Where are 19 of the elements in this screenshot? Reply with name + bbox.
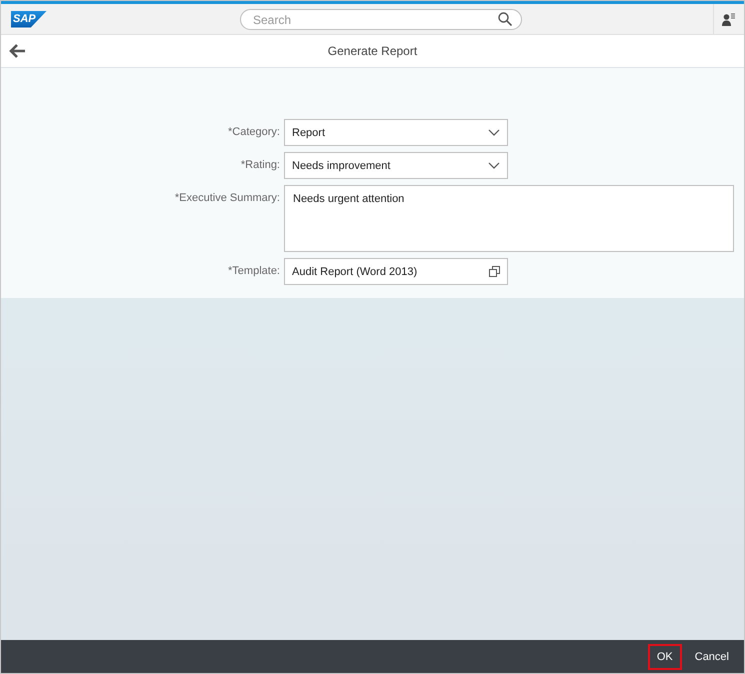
field-label: *Category:	[227, 125, 280, 138]
user-menu-icon[interactable]	[722, 12, 736, 26]
ok-button[interactable]: OK	[648, 644, 682, 670]
logo: SAP	[11, 10, 47, 28]
back-button[interactable]	[9, 43, 26, 59]
dropdown-field[interactable]: Needs improvement	[284, 152, 508, 179]
field-label: *Executive Summary:	[174, 191, 280, 204]
cancel-button[interactable]: Cancel	[686, 644, 738, 670]
search-icon[interactable]	[498, 12, 512, 26]
text-area[interactable]: Needs urgent attention	[284, 185, 734, 252]
field-label: *Template:	[227, 264, 280, 277]
field-label: *Rating:	[240, 158, 280, 171]
page-title: Generate Report	[328, 44, 418, 58]
input-field[interactable]: Audit Report (Word 2013)	[284, 258, 508, 285]
value-help-icon[interactable]	[489, 266, 500, 277]
chevron-down-icon[interactable]	[488, 128, 500, 136]
dropdown-field[interactable]: Report	[284, 119, 508, 146]
search-field[interactable]: Search	[240, 9, 522, 30]
chevron-down-icon[interactable]	[488, 162, 500, 170]
